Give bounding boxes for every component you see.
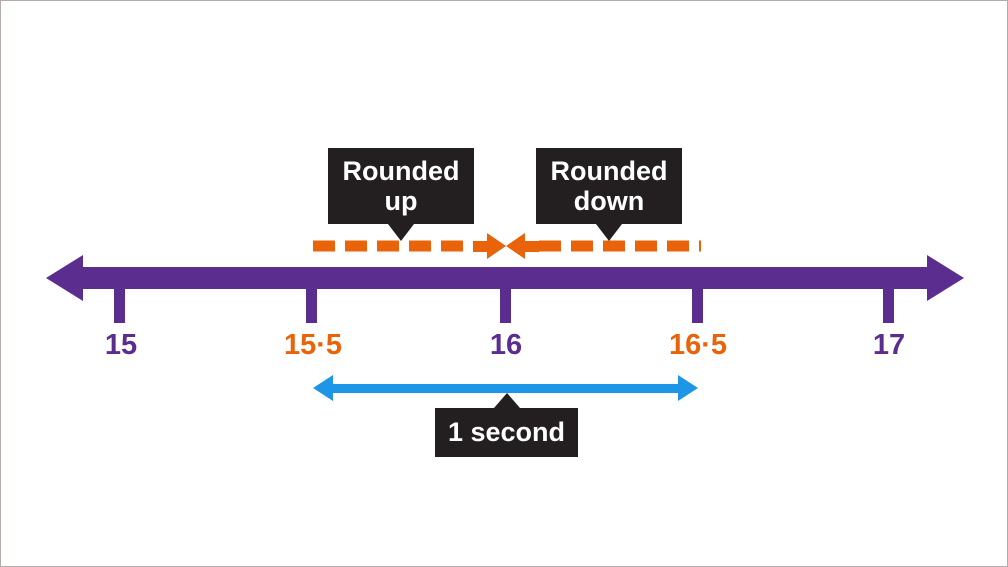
figure-canvas: 15 15·5 16 16·5 17 Rounded up Rounded do… <box>0 0 1008 567</box>
number-line-shaft <box>81 267 929 289</box>
interval-arrow-left-head <box>313 375 333 401</box>
callout-rounded-up: Rounded up <box>328 148 474 241</box>
tick-mark-15 <box>114 289 125 323</box>
tick-mark-15-5 <box>306 289 317 323</box>
tick-mark-17 <box>883 289 894 323</box>
number-line <box>46 255 964 323</box>
tick-mark-16-5 <box>692 289 703 323</box>
tick-label-17: 17 <box>872 329 906 361</box>
tick-label-16-5: 16·5 <box>668 329 728 361</box>
tick-label-16: 16 <box>489 329 523 361</box>
number-line-right-arrowhead <box>927 255 964 301</box>
inward-arrow-left-pointing <box>506 233 539 259</box>
inward-arrow-right-pointing <box>473 233 506 259</box>
callout-tail-up-icon <box>493 393 520 408</box>
callout-one-second-text: 1 second <box>447 417 566 448</box>
interval-arrow-right-head <box>678 375 698 401</box>
callout-one-second: 1 second <box>435 393 578 457</box>
rounding-boundary-dashed-line <box>313 233 701 259</box>
callout-rounded-down-text: Rounded down <box>550 155 668 216</box>
callout-tail-down-icon <box>388 224 414 241</box>
tick-label-15-5: 15·5 <box>283 329 343 361</box>
tick-mark-16 <box>500 289 511 323</box>
callout-tail-down-icon <box>596 224 622 241</box>
callout-rounded-down: Rounded down <box>536 148 682 241</box>
interval-arrow-shaft <box>330 384 681 393</box>
number-line-left-arrowhead <box>46 255 83 301</box>
number-line-figure <box>46 233 964 401</box>
tick-label-15: 15 <box>104 329 138 361</box>
callout-rounded-up-text: Rounded up <box>342 155 460 216</box>
